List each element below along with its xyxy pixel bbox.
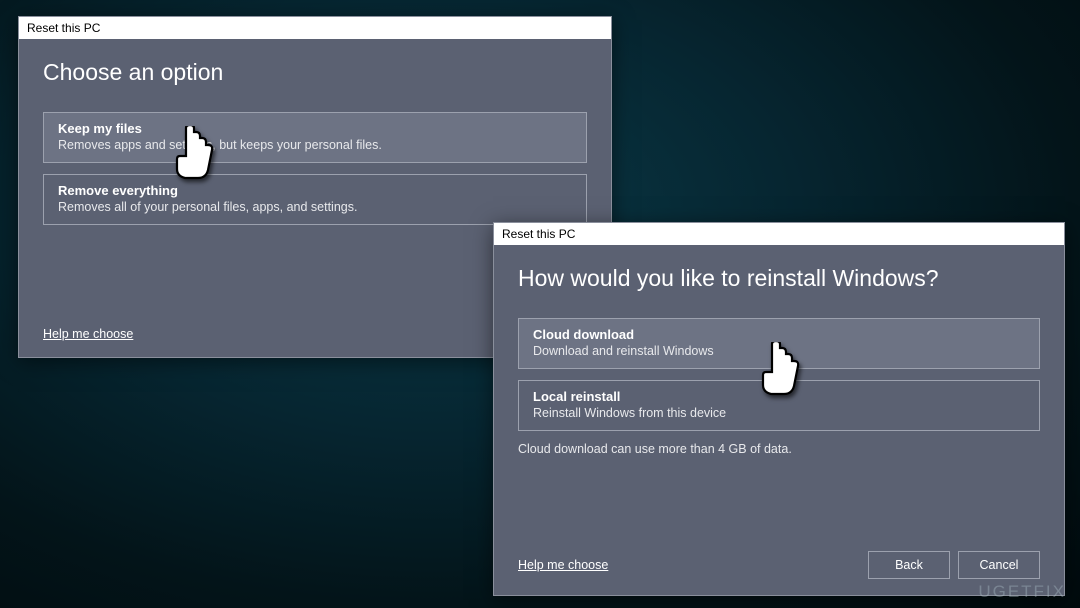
titlebar: Reset this PC (19, 17, 611, 39)
reset-pc-dialog-reinstall: Reset this PC How would you like to rein… (493, 222, 1065, 596)
window-title: Reset this PC (27, 21, 100, 35)
option-desc: Reinstall Windows from this device (533, 406, 1025, 420)
option-desc: Removes all of your personal files, apps… (58, 200, 572, 214)
option-desc: Removes apps and settings, but keeps you… (58, 138, 572, 152)
watermark: UGETFIX (978, 582, 1066, 602)
option-remove-everything[interactable]: Remove everything Removes all of your pe… (43, 174, 587, 225)
option-title: Cloud download (533, 327, 1025, 342)
button-row: Back Cancel (868, 551, 1040, 579)
option-desc: Download and reinstall Windows (533, 344, 1025, 358)
data-usage-note: Cloud download can use more than 4 GB of… (518, 442, 1040, 456)
option-keep-my-files[interactable]: Keep my files Removes apps and settings,… (43, 112, 587, 163)
dialog-content: Choose an option Keep my files Removes a… (19, 39, 611, 252)
titlebar: Reset this PC (494, 223, 1064, 245)
cancel-button[interactable]: Cancel (958, 551, 1040, 579)
help-me-choose-link[interactable]: Help me choose (518, 558, 608, 572)
dialog-heading: Choose an option (43, 59, 587, 86)
dialog-footer: Help me choose Back Cancel (518, 551, 1040, 579)
option-title: Remove everything (58, 183, 572, 198)
option-title: Keep my files (58, 121, 572, 136)
help-me-choose-link[interactable]: Help me choose (43, 327, 133, 341)
back-button[interactable]: Back (868, 551, 950, 579)
dialog-content: How would you like to reinstall Windows?… (494, 245, 1064, 472)
dialog-heading: How would you like to reinstall Windows? (518, 265, 1040, 292)
window-title: Reset this PC (502, 227, 575, 241)
option-local-reinstall[interactable]: Local reinstall Reinstall Windows from t… (518, 380, 1040, 431)
option-cloud-download[interactable]: Cloud download Download and reinstall Wi… (518, 318, 1040, 369)
option-title: Local reinstall (533, 389, 1025, 404)
